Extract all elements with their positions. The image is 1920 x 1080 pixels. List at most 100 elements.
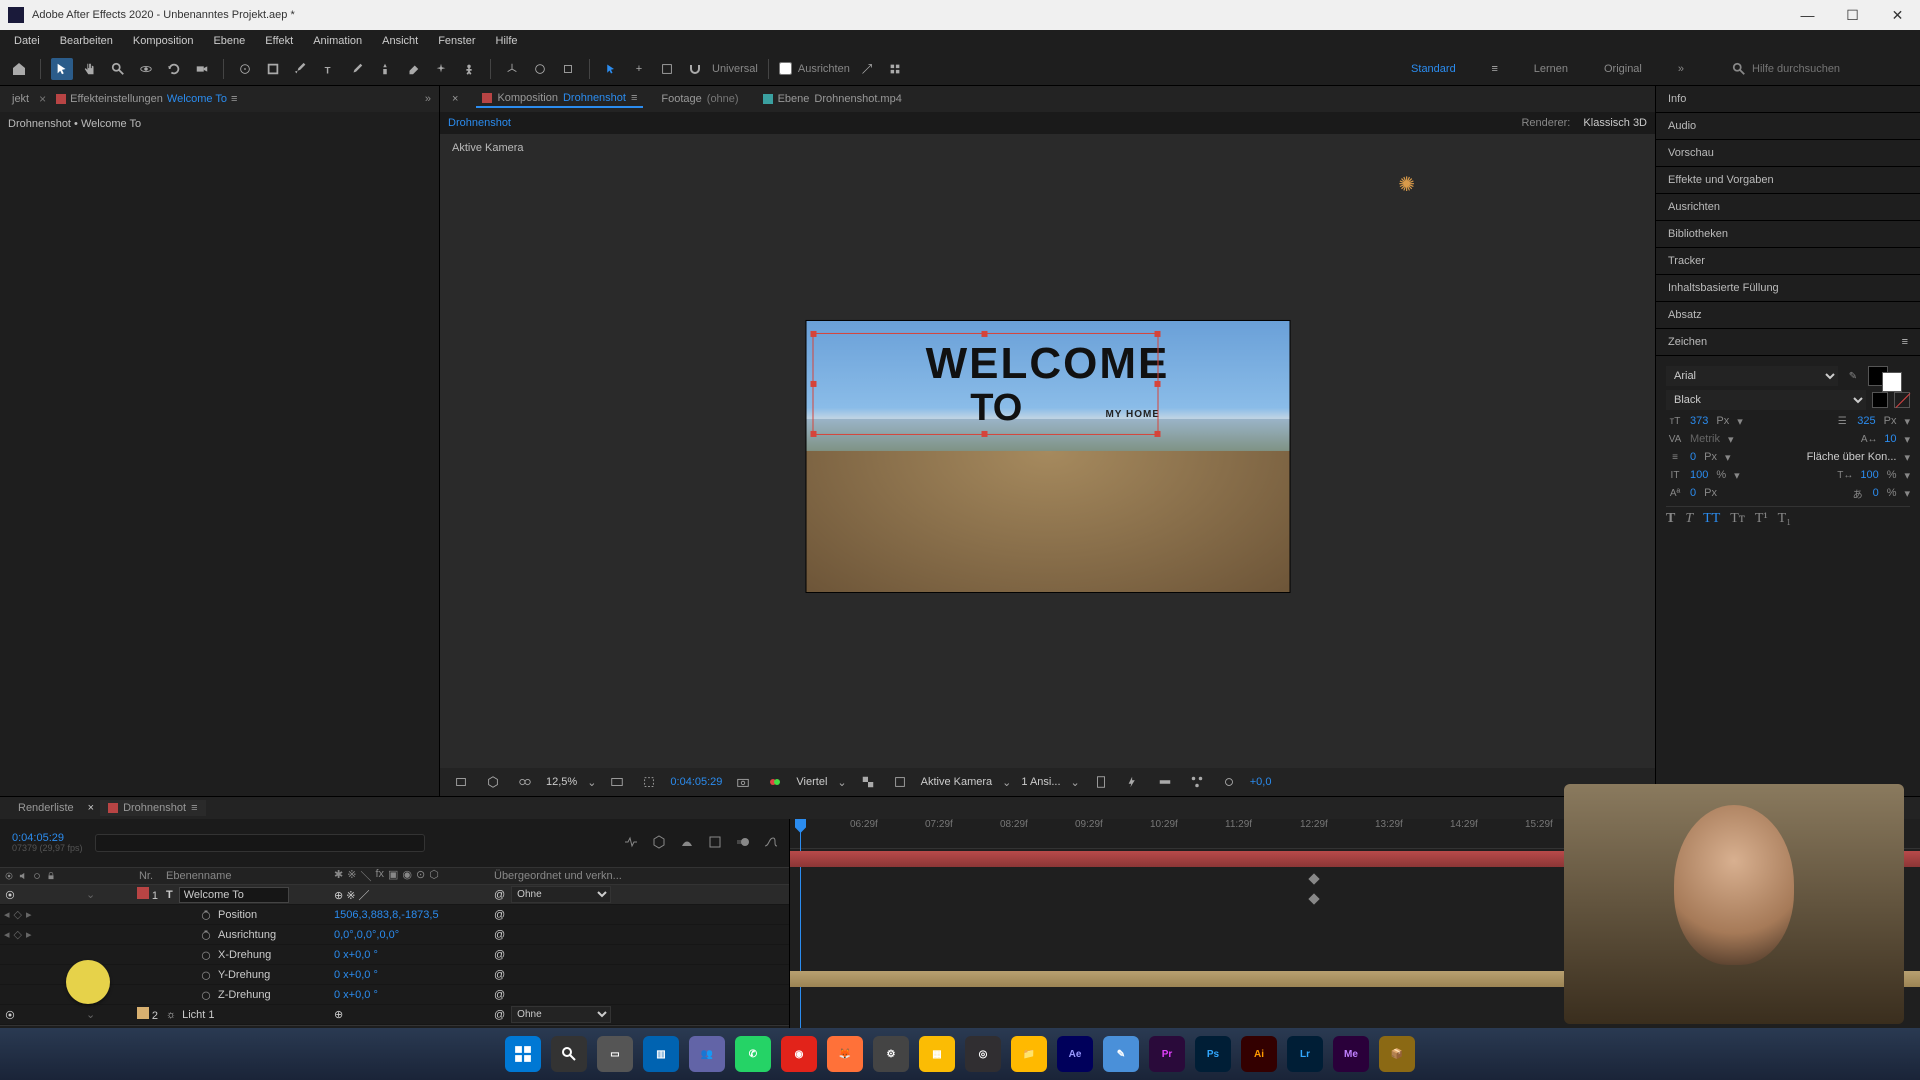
rotate-tool-icon[interactable]: [163, 58, 185, 80]
snap-options-icon[interactable]: [856, 58, 878, 80]
ausrichten-checkbox[interactable]: [779, 62, 792, 75]
menu-datei[interactable]: Datei: [6, 33, 48, 49]
kerning-dropdown[interactable]: ▾: [1728, 433, 1734, 446]
taskbar-app1-icon[interactable]: ▥: [643, 1036, 679, 1072]
camera-tool-icon[interactable]: [191, 58, 213, 80]
motion-blur-icon[interactable]: [735, 834, 753, 852]
selection-tool-icon[interactable]: [51, 58, 73, 80]
allcaps-toggle[interactable]: TT: [1703, 511, 1720, 527]
timeline-comp-tab[interactable]: Drohnenshot ≡: [100, 800, 205, 816]
prop-yrot-pickwhip-icon[interactable]: @: [494, 969, 505, 981]
fast-preview-icon[interactable]: [1122, 771, 1144, 793]
layer2-parent-select[interactable]: Ohne: [511, 1006, 611, 1023]
panel-ausrichten[interactable]: Ausrichten: [1656, 194, 1920, 221]
taskbar-explorer-icon[interactable]: 📁: [1011, 1036, 1047, 1072]
menu-ebene[interactable]: Ebene: [205, 33, 253, 49]
taskbar-start-icon[interactable]: [505, 1036, 541, 1072]
stroke-mode-dropdown[interactable]: ▾: [1904, 451, 1910, 464]
views-dropdown-icon[interactable]: ⌄: [1071, 776, 1080, 789]
text-tool-icon[interactable]: T: [318, 58, 340, 80]
panel-bibliotheken[interactable]: Bibliotheken: [1656, 221, 1920, 248]
comp-breadcrumb[interactable]: Drohnenshot: [448, 117, 511, 129]
nostroke-swatch[interactable]: [1894, 392, 1910, 408]
menu-ansicht[interactable]: Ansicht: [374, 33, 426, 49]
window-close-button[interactable]: ✕: [1875, 0, 1920, 30]
prop-position-pickwhip-icon[interactable]: @: [494, 909, 505, 921]
bold-toggle[interactable]: T: [1666, 511, 1675, 527]
prop-row-zrotation[interactable]: Z-Drehung 0 x+0,0 ° @: [0, 985, 789, 1005]
prop-row-yrotation[interactable]: Y-Drehung 0 x+0,0 ° @: [0, 965, 789, 985]
axis-world-icon[interactable]: [529, 58, 551, 80]
graph-editor-icon[interactable]: [763, 834, 781, 852]
preview-text-welcome[interactable]: WELCOME: [926, 339, 1170, 389]
keyframe-add-icon[interactable]: ◇: [14, 908, 22, 921]
stroke-width-value[interactable]: 0: [1690, 451, 1696, 463]
menu-animation[interactable]: Animation: [305, 33, 370, 49]
taskbar-photoshop-icon[interactable]: Ps: [1195, 1036, 1231, 1072]
flowchart-icon[interactable]: [1186, 771, 1208, 793]
superscript-toggle[interactable]: T¹: [1755, 511, 1768, 527]
panel-audio[interactable]: Audio: [1656, 113, 1920, 140]
glasses-icon[interactable]: [514, 771, 536, 793]
stopwatch-off-icon[interactable]: [200, 989, 212, 1001]
composition-viewer[interactable]: Aktive Kamera ✺ WELCOME TO MY HOME: [440, 134, 1655, 768]
renderer-value[interactable]: Klassisch 3D: [1583, 117, 1647, 129]
taskbar-obs-icon[interactable]: ◎: [965, 1036, 1001, 1072]
tracking-value[interactable]: 10: [1884, 433, 1896, 445]
panbehind-tool-icon[interactable]: [234, 58, 256, 80]
composition-preview[interactable]: WELCOME TO MY HOME: [805, 320, 1290, 593]
layer1-name-input[interactable]: [179, 887, 289, 903]
taskbar-app2-icon[interactable]: ◉: [781, 1036, 817, 1072]
menu-effekt[interactable]: Effekt: [257, 33, 301, 49]
smallcaps-toggle[interactable]: Tᴛ: [1730, 511, 1745, 527]
preview-text-myhome[interactable]: MY HOME: [1105, 409, 1160, 420]
layer1-parent-select[interactable]: Ohne: [511, 886, 611, 903]
comp-tab-close-icon[interactable]: ×: [446, 91, 464, 107]
taskbar-taskview-icon[interactable]: ▭: [597, 1036, 633, 1072]
taskbar-mediaencoder-icon[interactable]: Me: [1333, 1036, 1369, 1072]
prop-xrot-pickwhip-icon[interactable]: @: [494, 949, 505, 961]
panel-tracker[interactable]: Tracker: [1656, 248, 1920, 275]
taskbar-app5-icon[interactable]: ✎: [1103, 1036, 1139, 1072]
prop-zrot-pickwhip-icon[interactable]: @: [494, 989, 505, 1001]
stopwatch-icon[interactable]: [200, 909, 212, 921]
eraser-tool-icon[interactable]: [402, 58, 424, 80]
panel-overflow-icon[interactable]: »: [425, 93, 431, 105]
panel-info[interactable]: Info: [1656, 86, 1920, 113]
footage-tab[interactable]: Footage (ohne): [655, 91, 744, 107]
baseline-value[interactable]: 0: [1690, 487, 1696, 499]
stopwatch-off-icon[interactable]: [200, 969, 212, 981]
layer2-name[interactable]: Licht 1: [182, 1009, 214, 1021]
hide-shy-icon[interactable]: [679, 834, 697, 852]
prop-zrot-value[interactable]: 0 x+0,0 °: [334, 989, 494, 1001]
taskbar-app3-icon[interactable]: ⚙: [873, 1036, 909, 1072]
taskbar-app6-icon[interactable]: 📦: [1379, 1036, 1415, 1072]
clone-tool-icon[interactable]: [374, 58, 396, 80]
timeline-icon[interactable]: [1154, 771, 1176, 793]
hscale-value[interactable]: 100: [1860, 469, 1878, 481]
stopwatch-off-icon[interactable]: [200, 949, 212, 961]
layer2-twirl-icon[interactable]: ⌄: [86, 1009, 95, 1021]
panel-absatz[interactable]: Absatz: [1656, 302, 1920, 329]
stroke-mode-select[interactable]: Fläche über Kon...: [1807, 451, 1897, 463]
layer-tab[interactable]: Ebene Drohnenshot.mp4: [757, 91, 908, 107]
renderlist-close-icon[interactable]: ×: [88, 802, 94, 814]
layer-row-2[interactable]: ⌄ 2 ☼ Licht 1 ⊕ @Ohne: [0, 1005, 789, 1025]
menu-hilfe[interactable]: Hilfe: [488, 33, 526, 49]
taskbar-app4-icon[interactable]: ▦: [919, 1036, 955, 1072]
layer2-color-label[interactable]: [137, 1007, 149, 1019]
prop-position-value[interactable]: 1506,3,883,8,-1873,5: [334, 909, 494, 921]
prop-orientation-value[interactable]: 0,0°,0,0°,0,0°: [334, 929, 494, 941]
stopwatch-icon[interactable]: [200, 929, 212, 941]
exposure-value[interactable]: +0,0: [1250, 776, 1272, 788]
italic-toggle[interactable]: T: [1685, 511, 1693, 527]
help-search-input[interactable]: [1752, 63, 1892, 75]
add-icon[interactable]: +: [628, 58, 650, 80]
eyedropper-icon[interactable]: ✎: [1844, 369, 1862, 383]
snap-toggle-icon[interactable]: [684, 58, 706, 80]
bbox-icon[interactable]: [656, 58, 678, 80]
taskbar-whatsapp-icon[interactable]: ✆: [735, 1036, 771, 1072]
comp-tab-menu-icon[interactable]: ≡: [631, 92, 637, 104]
mask-icon[interactable]: [889, 771, 911, 793]
light-gizmo-icon[interactable]: ✺: [1398, 172, 1415, 197]
